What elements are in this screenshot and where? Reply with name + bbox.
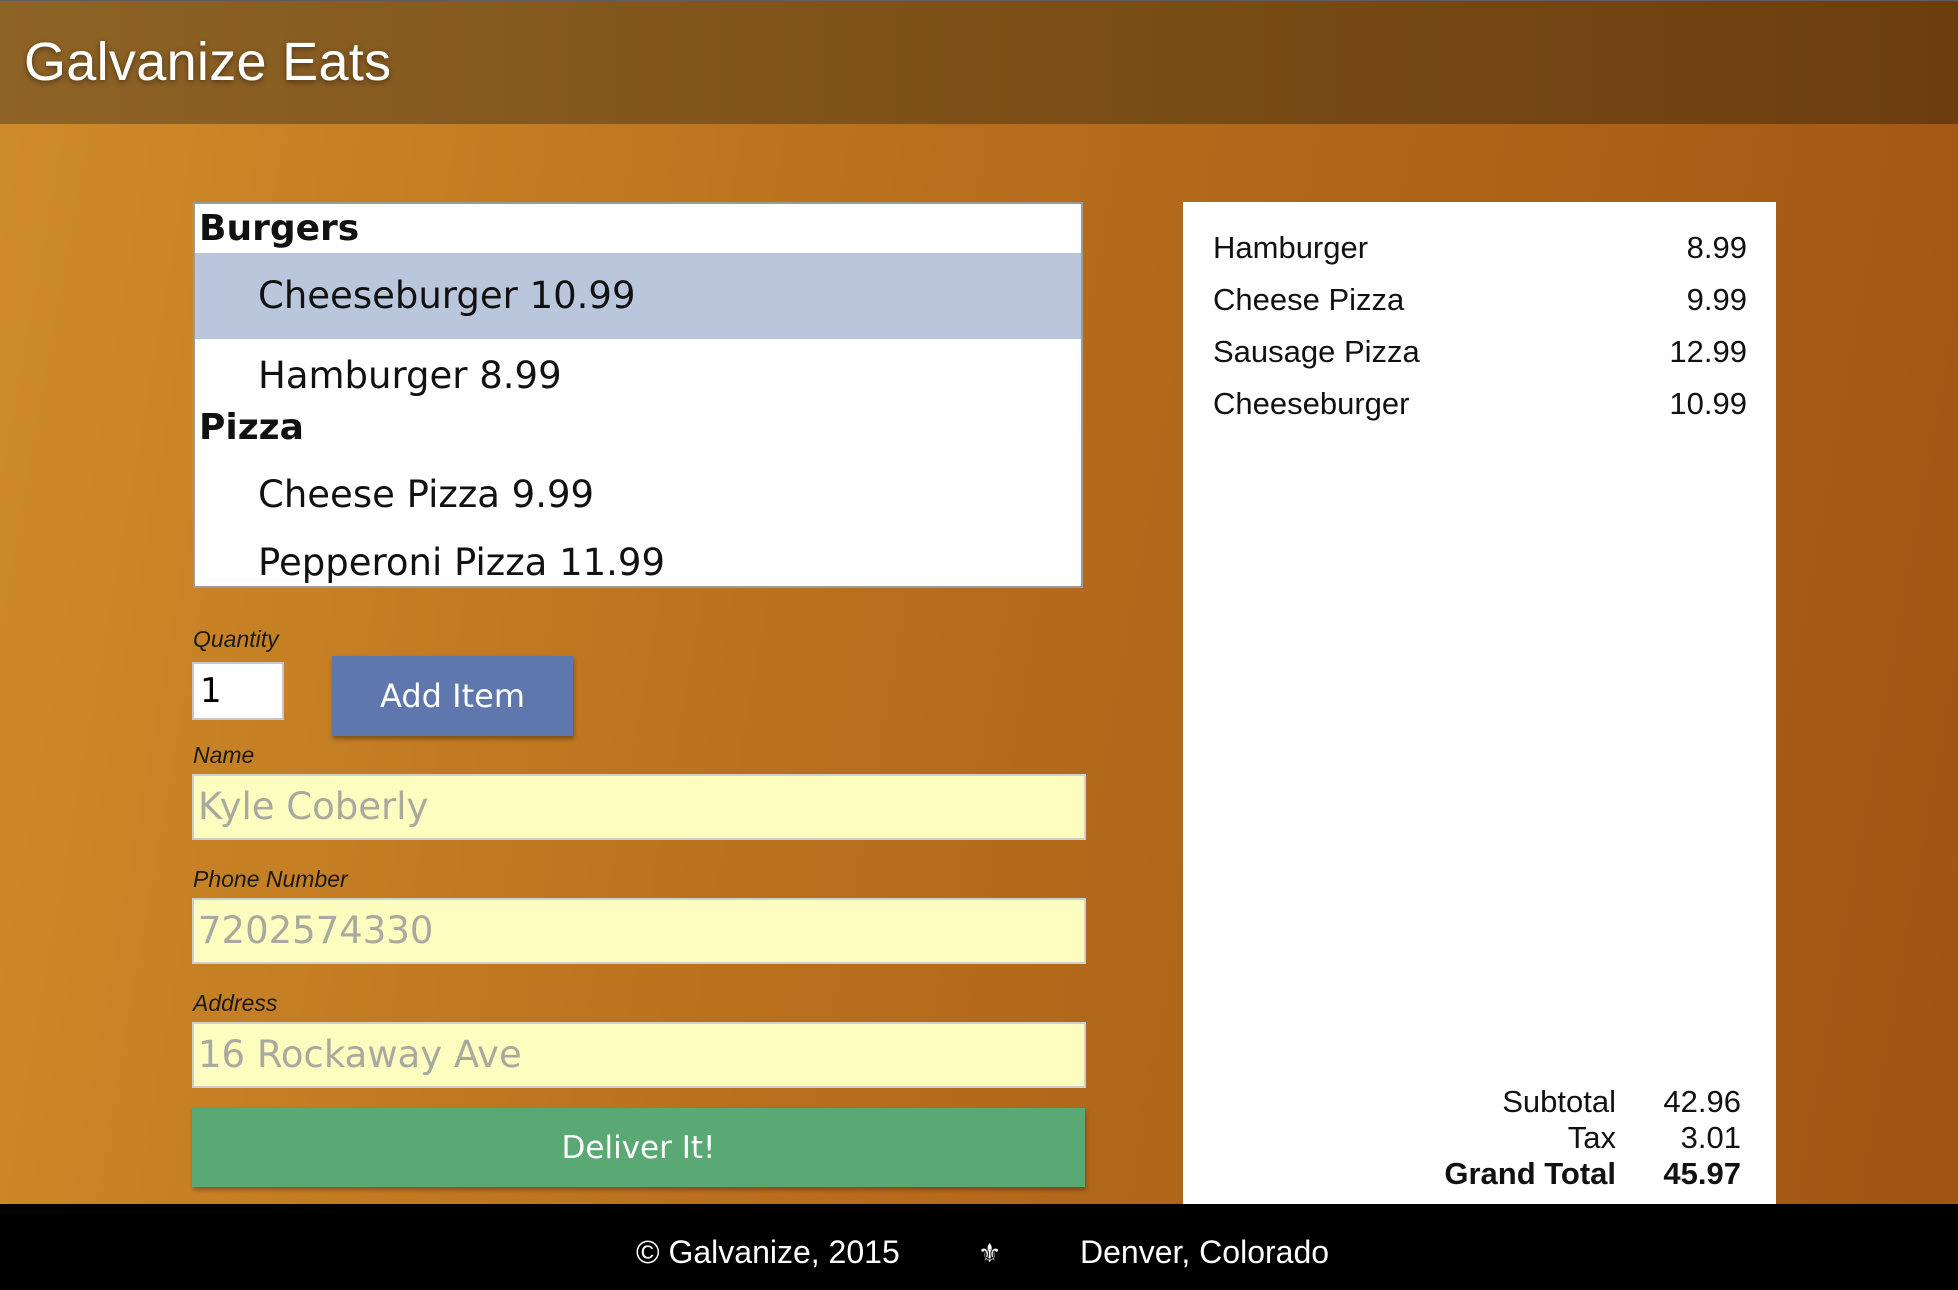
menu-option-pepperoni-pizza[interactable]: Pepperoni Pizza 11.99: [195, 518, 1081, 586]
address-label: Address: [193, 990, 278, 1016]
order-item-name: Sausage Pizza: [1213, 334, 1420, 369]
subtotal-value: 42.96: [1663, 1084, 1741, 1119]
deliver-button[interactable]: Deliver It!: [192, 1108, 1085, 1187]
order-item-price: 9.99: [1686, 282, 1747, 317]
subtotal-label: Subtotal: [1502, 1084, 1616, 1119]
order-line: Cheeseburger 10.99: [1213, 386, 1747, 426]
footer-copyright: © Galvanize, 2015: [636, 1234, 900, 1270]
order-item-name: Hamburger: [1213, 230, 1369, 265]
order-item-price: 8.99: [1686, 230, 1747, 265]
menu-option-cheeseburger[interactable]: Cheeseburger 10.99: [195, 253, 1081, 339]
order-line: Cheese Pizza 9.99: [1213, 282, 1747, 322]
phone-field[interactable]: 7202574330: [192, 898, 1086, 964]
quantity-input[interactable]: 1: [192, 662, 284, 720]
grand-total-label: Grand Total: [1444, 1156, 1616, 1191]
app-header: Galvanize Eats: [0, 0, 1958, 124]
name-field[interactable]: Kyle Coberly: [192, 774, 1086, 840]
order-item-name: Cheese Pizza: [1213, 282, 1405, 317]
menu-group-pizza: Pizza: [199, 407, 304, 448]
name-label: Name: [193, 742, 255, 768]
order-totals: Subtotal 42.96 Tax 3.01 Grand Total 45.9…: [1341, 1084, 1741, 1192]
app-title: Galvanize Eats: [24, 32, 392, 92]
order-summary-panel: Hamburger 8.99 Cheese Pizza 9.99 Sausage…: [1183, 202, 1776, 1205]
menu-group-burgers: Burgers: [199, 208, 360, 249]
order-item-price: 12.99: [1669, 334, 1747, 369]
add-item-button[interactable]: Add Item: [332, 656, 573, 736]
tax-row: Tax 3.01: [1341, 1120, 1741, 1156]
quantity-label: Quantity: [193, 626, 279, 652]
phone-label: Phone Number: [193, 866, 348, 892]
menu-option-cheese-pizza[interactable]: Cheese Pizza 9.99: [195, 453, 1081, 527]
subtotal-row: Subtotal 42.96: [1341, 1084, 1741, 1120]
address-field[interactable]: 16 Rockaway Ave: [192, 1022, 1086, 1088]
order-item-name: Cheeseburger: [1213, 386, 1410, 421]
menu-option-hamburger[interactable]: Hamburger 8.99: [195, 339, 1081, 405]
footer-location: Denver, Colorado: [1080, 1234, 1330, 1270]
order-item-price: 10.99: [1669, 386, 1747, 421]
tax-value: 3.01: [1680, 1120, 1741, 1155]
grand-total-row: Grand Total 45.97: [1341, 1156, 1741, 1192]
fleur-de-lis-icon: ⚜: [978, 1238, 1002, 1268]
page-footer: © Galvanize, 2015 ⚜ Denver, Colorado: [0, 1204, 1958, 1290]
order-line: Sausage Pizza 12.99: [1213, 334, 1747, 374]
order-line: Hamburger 8.99: [1213, 230, 1747, 270]
tax-label: Tax: [1567, 1120, 1616, 1155]
grand-total-value: 45.97: [1663, 1156, 1741, 1191]
menu-listbox[interactable]: Burgers Cheeseburger 10.99 Hamburger 8.9…: [193, 202, 1083, 588]
